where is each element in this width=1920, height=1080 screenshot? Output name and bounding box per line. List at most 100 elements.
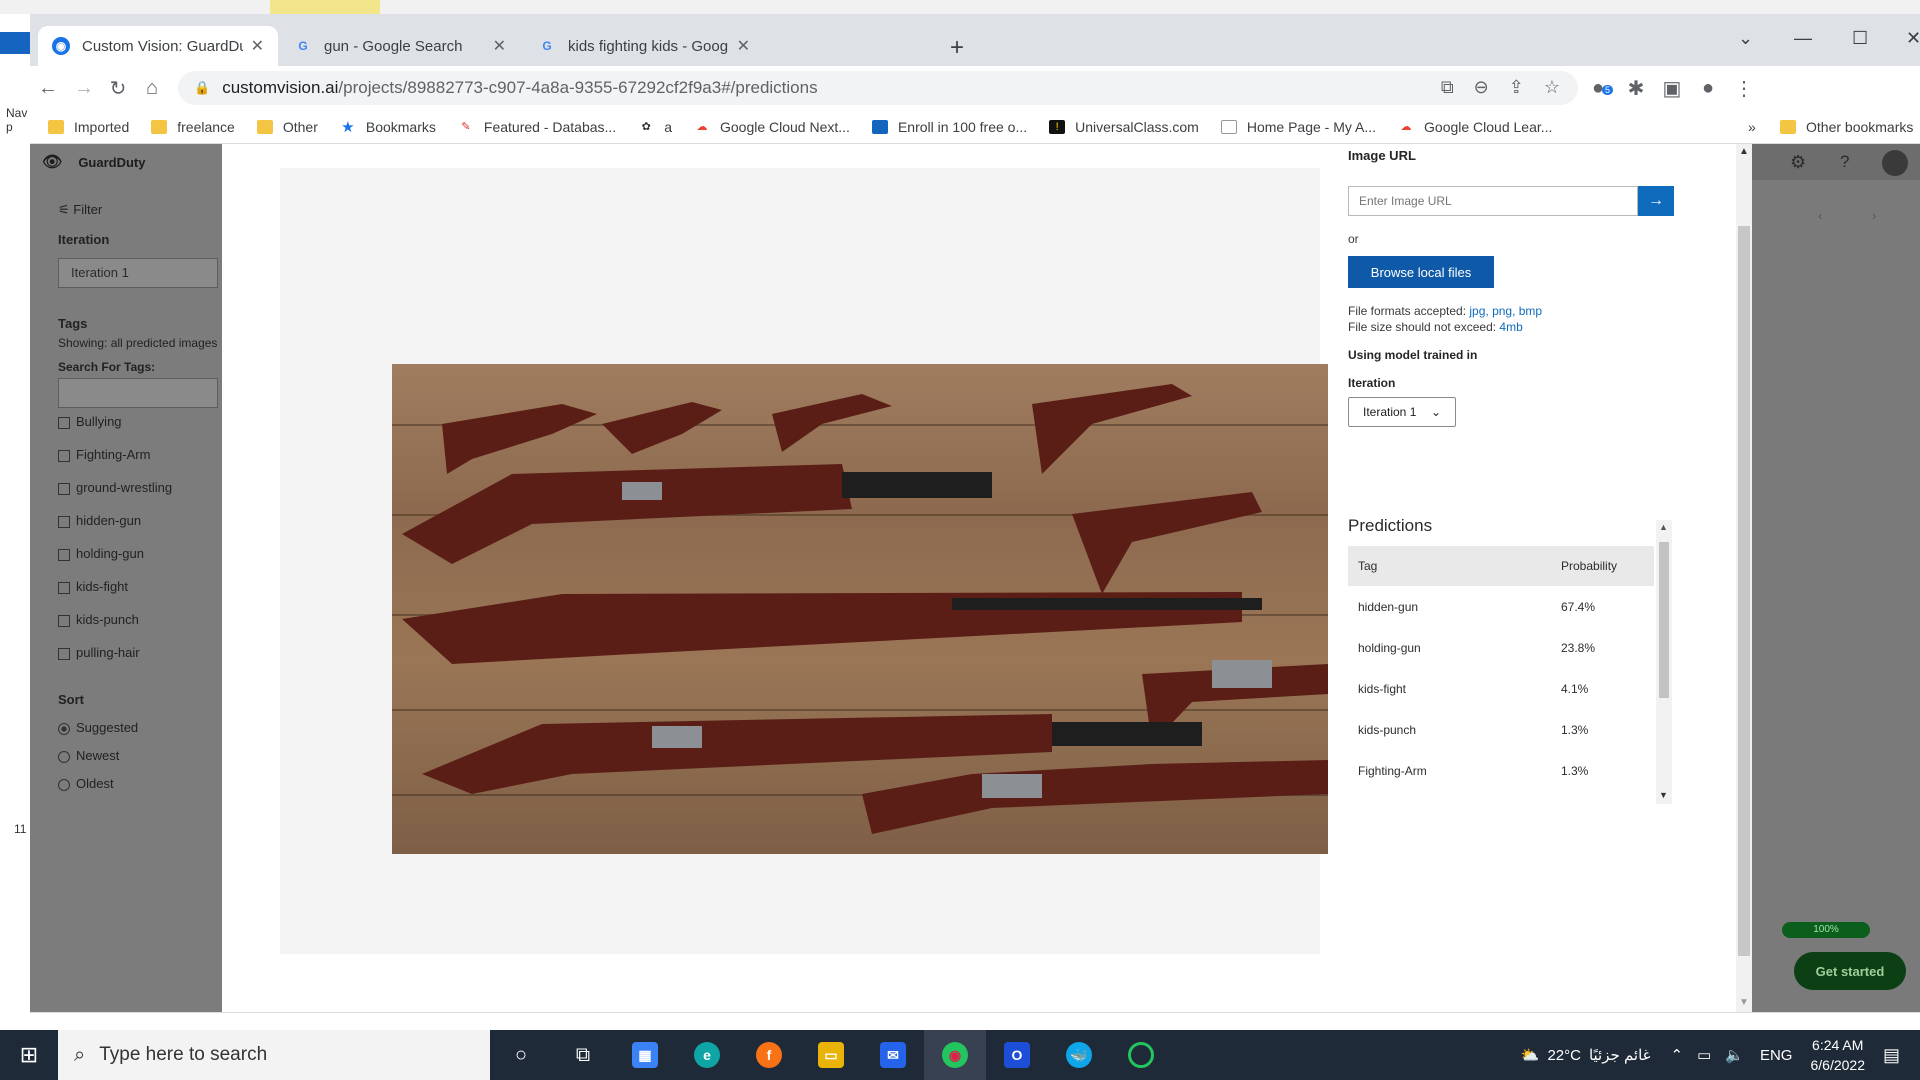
chevron-left-icon[interactable]: ‹ bbox=[1818, 208, 1822, 223]
close-icon[interactable]: ✕ bbox=[493, 36, 506, 56]
tag-checkbox-hidden-gun[interactable]: hidden-gun bbox=[58, 513, 141, 528]
iteration-select[interactable]: Iteration 1 ⌄ bbox=[1348, 397, 1456, 427]
bookmark-bookmarks[interactable]: ★ Bookmarks bbox=[340, 119, 436, 136]
close-icon[interactable]: ✕ bbox=[737, 36, 750, 56]
submit-url-button[interactable]: → bbox=[1638, 186, 1674, 216]
store-icon[interactable]: ▦ bbox=[614, 1030, 676, 1080]
side-panel-icon[interactable]: ▣ bbox=[1658, 74, 1686, 102]
mail-icon[interactable]: ✉ bbox=[862, 1030, 924, 1080]
sort-radio-suggested[interactable]: Suggested bbox=[58, 720, 138, 735]
browse-local-files-button[interactable]: Browse local files bbox=[1348, 256, 1494, 288]
extension-badge-icon[interactable]: ● 5 bbox=[1584, 74, 1613, 102]
reload-icon[interactable]: ↻ bbox=[104, 74, 132, 102]
tag-checkbox-bullying[interactable]: Bullying bbox=[58, 414, 122, 429]
close-icon[interactable]: ✕ bbox=[251, 36, 264, 56]
bookmark-other[interactable]: Other bbox=[256, 119, 318, 135]
image-url-input[interactable] bbox=[1348, 186, 1638, 216]
language-indicator[interactable]: ENG bbox=[1760, 1047, 1793, 1064]
notifications-icon[interactable]: ▤ bbox=[1883, 1045, 1900, 1066]
network-icon[interactable]: ▭ bbox=[1697, 1046, 1711, 1064]
docker-icon[interactable]: 🐳 bbox=[1048, 1030, 1110, 1080]
predictions-table: Tag Probability hidden-gun 67.4% holding-… bbox=[1348, 546, 1654, 791]
scroll-up-icon[interactable]: ▲ bbox=[1659, 522, 1668, 532]
zoom-icon[interactable]: ⊖ bbox=[1474, 77, 1489, 98]
scrollbar-thumb[interactable] bbox=[1659, 542, 1669, 698]
volume-icon[interactable]: 🔈 bbox=[1725, 1046, 1744, 1064]
iteration-dropdown[interactable]: Iteration 1 bbox=[58, 258, 218, 288]
bookmark-star-icon[interactable]: ☆ bbox=[1544, 77, 1560, 98]
share-icon[interactable]: ⇪ bbox=[1509, 77, 1524, 98]
outlook-icon[interactable]: O bbox=[986, 1030, 1048, 1080]
chevron-right-icon[interactable]: › bbox=[1872, 208, 1876, 223]
get-started-button[interactable]: Get started bbox=[1794, 952, 1906, 990]
chrome-icon[interactable]: ◉ bbox=[924, 1030, 986, 1080]
bookmark-enroll[interactable]: Enroll in 100 free o... bbox=[871, 119, 1027, 135]
clock[interactable]: 6:24 AM 6/6/2022 bbox=[1810, 1035, 1865, 1075]
image-preview-area bbox=[280, 168, 1328, 954]
showing-text: Showing: all predicted images bbox=[58, 336, 218, 350]
tag-checkbox-fighting-arm[interactable]: Fighting-Arm bbox=[58, 447, 150, 462]
tag-checkbox-ground-wrestling[interactable]: ground-wrestling bbox=[58, 480, 172, 495]
cortana-icon[interactable]: ○ bbox=[490, 1030, 552, 1080]
task-view-icon[interactable]: ⧉ bbox=[552, 1030, 614, 1080]
tab-kids-search[interactable]: G kids fighting kids - Google Search ✕ bbox=[524, 26, 764, 66]
tab-search-icon[interactable]: ⌄ bbox=[1738, 28, 1753, 49]
bookmark-home-page[interactable]: Home Page - My A... bbox=[1220, 119, 1376, 135]
bookmark-freelance[interactable]: freelance bbox=[151, 119, 235, 135]
bookmark-featured[interactable]: ✎ Featured - Databas... bbox=[458, 119, 616, 135]
file-formats-text: File formats accepted: jpg, png, bmp bbox=[1348, 304, 1543, 318]
bookmark-universalclass[interactable]: ! UniversalClass.com bbox=[1049, 119, 1199, 135]
firefox-icon[interactable]: f bbox=[738, 1030, 800, 1080]
tab-gun-search[interactable]: G gun - Google Search ✕ bbox=[280, 26, 520, 66]
tag-checkbox-holding-gun[interactable]: holding-gun bbox=[58, 546, 144, 561]
translate-icon[interactable]: ⧉ bbox=[1441, 77, 1454, 98]
site-icon bbox=[1220, 119, 1237, 134]
help-icon[interactable]: ? bbox=[1840, 152, 1849, 172]
bookmarks-overflow-icon[interactable]: » bbox=[1748, 119, 1756, 135]
table-row: hidden-gun 67.4% bbox=[1358, 599, 1596, 614]
loading-app-icon[interactable] bbox=[1110, 1030, 1172, 1080]
tab-custom-vision[interactable]: ◉ Custom Vision: GuardDuty - Predictions… bbox=[38, 26, 278, 66]
sort-radio-oldest[interactable]: Oldest bbox=[58, 776, 114, 791]
file-explorer-icon[interactable]: ▭ bbox=[800, 1030, 862, 1080]
quick-test-modal: Image URL → or Browse local files File f… bbox=[222, 144, 1752, 1012]
bookmark-google-cloud-next[interactable]: ☁ Google Cloud Next... bbox=[694, 119, 849, 135]
folder-icon bbox=[1780, 119, 1796, 134]
modal-scrollbar[interactable]: ▲ ▼ bbox=[1736, 144, 1752, 1012]
taskbar-search-box[interactable]: ⌕ Type here to search bbox=[58, 1030, 490, 1080]
arrow-right-icon: → bbox=[1648, 192, 1664, 209]
bookmark-google-cloud-learn[interactable]: ☁ Google Cloud Lear... bbox=[1398, 119, 1553, 135]
tag-checkbox-pulling-hair[interactable]: pulling-hair bbox=[58, 645, 140, 660]
new-tab-icon[interactable]: + bbox=[950, 34, 964, 62]
windows-start-icon[interactable]: ⊞ bbox=[0, 1030, 58, 1080]
avatar[interactable] bbox=[1882, 150, 1908, 176]
extension-badge: 5 bbox=[1601, 84, 1613, 95]
settings-icon[interactable]: ⚙ bbox=[1790, 152, 1806, 173]
file-size-text: File size should not exceed: 4mb bbox=[1348, 320, 1523, 334]
scroll-down-icon[interactable]: ▼ bbox=[1739, 997, 1749, 1008]
menu-icon[interactable]: ⋮ bbox=[1730, 74, 1758, 102]
edge-icon[interactable]: e bbox=[676, 1030, 738, 1080]
home-icon[interactable]: ⌂ bbox=[138, 74, 166, 102]
scroll-down-icon[interactable]: ▼ bbox=[1659, 790, 1668, 800]
back-icon[interactable]: ← bbox=[34, 74, 62, 102]
scrollbar-thumb[interactable] bbox=[1738, 226, 1750, 956]
profile-avatar[interactable]: ● bbox=[1694, 74, 1722, 102]
minimize-icon[interactable]: — bbox=[1794, 28, 1812, 49]
window-close-icon[interactable]: ✕ bbox=[1906, 28, 1920, 49]
bookmark-other-bookmarks[interactable]: Other bookmarks bbox=[1780, 119, 1913, 135]
address-bar[interactable]: 🔒 customvision.ai/projects/89882773-c907… bbox=[178, 71, 1578, 105]
forward-icon[interactable]: → bbox=[70, 74, 98, 102]
predictions-scrollbar[interactable]: ▲ ▼ bbox=[1656, 520, 1672, 804]
maximize-icon[interactable]: ☐ bbox=[1852, 28, 1868, 49]
bookmark-a[interactable]: ✿ a bbox=[638, 119, 672, 135]
bookmark-imported[interactable]: Imported bbox=[48, 119, 129, 135]
chevron-up-icon[interactable]: ⌃ bbox=[1671, 1046, 1684, 1064]
scroll-up-icon[interactable]: ▲ bbox=[1739, 146, 1749, 157]
filter-button[interactable]: ⚟ Filter bbox=[58, 202, 102, 218]
tag-checkbox-kids-punch[interactable]: kids-punch bbox=[58, 612, 139, 627]
tag-checkbox-kids-fight[interactable]: kids-fight bbox=[58, 579, 128, 594]
tag-search-input[interactable] bbox=[58, 378, 218, 408]
sort-radio-newest[interactable]: Newest bbox=[58, 748, 119, 763]
extensions-icon[interactable]: ✱ bbox=[1622, 74, 1650, 102]
